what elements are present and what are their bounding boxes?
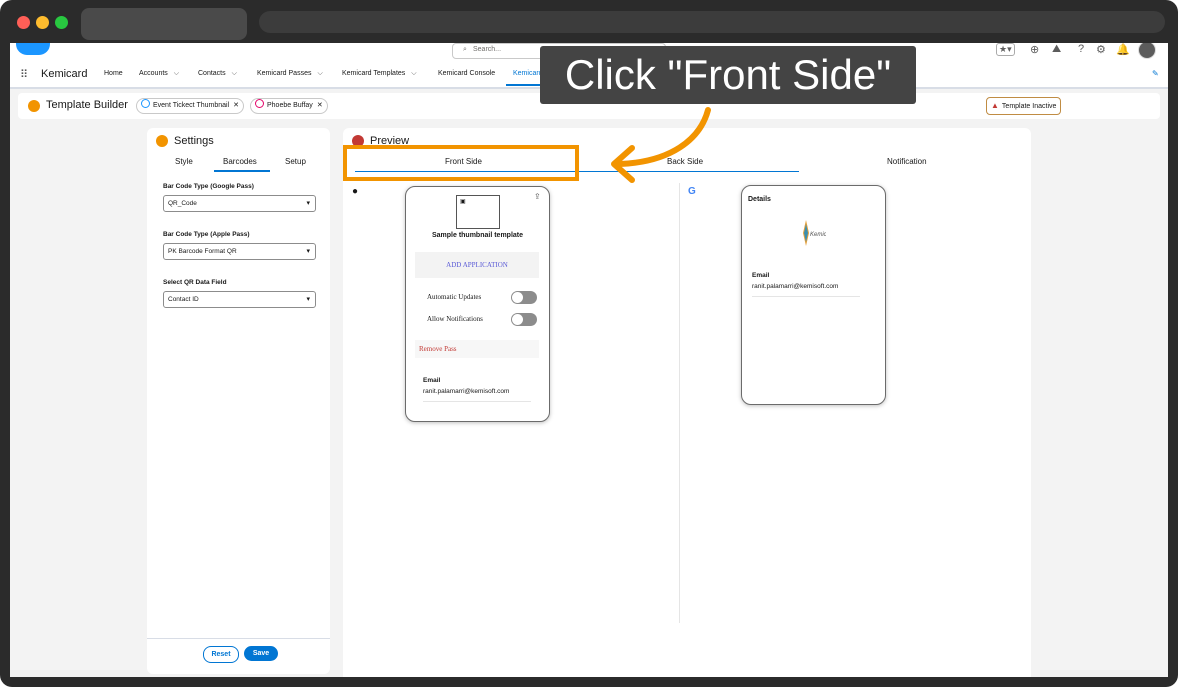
chevron-down-icon: ▾ (306, 200, 310, 207)
email-value: ranit.palamarri@kemisoft.com (752, 283, 839, 290)
maximize-window-button[interactable] (55, 16, 68, 29)
nav-item-kemicard-passes[interactable]: Kemicard Passes ⌵ (257, 70, 323, 78)
email-label: Email (423, 377, 441, 384)
chevron-down-icon: ▾ (306, 248, 310, 255)
preview-panel: Preview Front Side Back Side Notificatio… (343, 128, 1031, 677)
app-name: Kemicard (41, 68, 88, 80)
apple-barcode-type-label: Bar Code Type (Apple Pass) (163, 231, 250, 238)
address-bar[interactable] (259, 11, 1165, 33)
email-label: Email (752, 272, 770, 279)
nav-item-accounts[interactable]: Accounts ⌵ (139, 70, 179, 78)
active-tab-indicator (214, 170, 270, 172)
close-icon[interactable]: ✕ (233, 102, 239, 109)
page-title: Template Builder (46, 99, 128, 111)
tab-setup[interactable]: Setup (285, 157, 306, 166)
select-value: Contact ID (168, 296, 199, 303)
contact-pill-label: Phoebe Buffay (267, 102, 313, 109)
toggle-knob (512, 314, 523, 325)
tab-barcodes[interactable]: Barcodes (223, 157, 257, 166)
nav-item-contacts[interactable]: Contacts ⌵ (198, 70, 237, 78)
qr-data-field-select[interactable]: Contact ID ▾ (163, 291, 316, 308)
edit-nav-pencil-icon[interactable]: ✎ (1152, 69, 1159, 78)
settings-title: Settings (174, 135, 214, 147)
front-side-highlight-box (343, 145, 579, 181)
nav-item-kemicard-templates[interactable]: Kemicard Templates ⌵ (342, 70, 417, 78)
google-barcode-type-select[interactable]: QR_Code ▾ (163, 195, 316, 212)
tab-notification[interactable]: Notification (887, 157, 927, 166)
template-builder-icon (28, 100, 40, 112)
nav-item-kemicard-active[interactable]: Kemicard (513, 70, 543, 77)
avatar[interactable] (1138, 43, 1156, 59)
preview-divider (679, 183, 680, 623)
minimize-window-button[interactable] (36, 16, 49, 29)
chevron-down-icon[interactable]: ⌵ (411, 70, 416, 77)
field-divider (752, 296, 860, 297)
email-value: ranit.palamarri@kemisoft.com (423, 388, 510, 395)
close-icon[interactable]: ✕ (317, 102, 323, 109)
allow-notifications-label: Allow Notifications (427, 315, 483, 323)
qr-data-field-label: Select QR Data Field (163, 279, 227, 286)
search-placeholder: Search... (473, 46, 502, 53)
instruction-callout: Click "Front Side" (540, 46, 916, 104)
apple-barcode-type-select[interactable]: PK Barcode Format QR ▾ (163, 243, 316, 260)
kemicard-logo: Kemicard (803, 220, 826, 246)
help-icon[interactable]: ? (1078, 43, 1084, 55)
tab-style[interactable]: Style (175, 157, 193, 166)
select-value: QR_Code (168, 200, 197, 207)
pointer-arrow-icon (611, 107, 711, 183)
warning-icon: ▲ (991, 101, 999, 110)
automatic-updates-toggle[interactable] (511, 291, 537, 304)
save-button[interactable]: Save (244, 646, 278, 661)
favorites-star-icon[interactable]: ★▾ (996, 43, 1015, 56)
nav-item-kemicard-console[interactable]: Kemicard Console (438, 70, 495, 77)
browser-tab[interactable] (81, 8, 247, 40)
google-barcode-type-label: Bar Code Type (Google Pass) (163, 183, 254, 190)
status-badge: ▲ Template Inactive (986, 97, 1062, 115)
chevron-down-icon[interactable]: ⌵ (232, 70, 237, 77)
select-value: PK Barcode Format QR (168, 248, 237, 255)
chevron-down-icon: ▾ (306, 296, 310, 303)
svg-text:Kemicard: Kemicard (810, 232, 826, 238)
nav-item-home[interactable]: Home (104, 70, 123, 77)
gear-icon[interactable]: ⚙ (1096, 43, 1106, 56)
contact-pill[interactable]: Phoebe Buffay ✕ (250, 98, 328, 114)
google-pass-preview: Details Kemicard Email ranit.palamarri@k… (741, 185, 886, 405)
chevron-down-icon[interactable]: ⌵ (174, 70, 179, 77)
contact-record-icon (255, 99, 264, 108)
reset-button[interactable]: Reset (203, 646, 239, 663)
thumbnail-image: ▣ (456, 195, 500, 229)
allow-notifications-toggle[interactable] (511, 313, 537, 326)
apple-logo-icon: ● (352, 186, 359, 197)
template-record-icon (141, 99, 150, 108)
card-title: Sample thumbnail template (431, 232, 524, 239)
field-divider (423, 401, 531, 402)
apple-pass-preview: ▣ ⇪ Sample thumbnail template ADD APPLIC… (405, 186, 550, 422)
close-window-button[interactable] (17, 16, 30, 29)
automatic-updates-row: Automatic Updates (415, 288, 539, 308)
remove-pass-button[interactable]: Remove Pass (415, 340, 539, 358)
details-heading: Details (748, 196, 771, 203)
share-icon[interactable]: ⇪ (534, 192, 541, 201)
settings-panel: Settings Style Barcodes Setup Bar Code T… (147, 128, 330, 674)
chevron-down-icon[interactable]: ⌵ (317, 70, 322, 77)
template-pill-label: Event Tickect Thumbnail (153, 102, 230, 109)
settings-footer-divider (147, 638, 330, 639)
add-application-button[interactable]: ADD APPLICATION (415, 252, 539, 278)
browser-window: ⌕ Search... ★▾ ⊕ ⛰ ? ⚙ 🔔 ⠿ Kemicard Home… (0, 0, 1178, 687)
trailhead-icon[interactable]: ⛰ (1052, 43, 1061, 56)
settings-icon (156, 135, 168, 147)
automatic-updates-label: Automatic Updates (427, 293, 482, 301)
template-pill[interactable]: Event Tickect Thumbnail ✕ (136, 98, 245, 114)
search-icon: ⌕ (463, 46, 467, 53)
toggle-knob (512, 292, 523, 303)
allow-notifications-row: Allow Notifications (415, 310, 539, 330)
add-global-action-icon[interactable]: ⊕ (1030, 43, 1039, 56)
salesforce-logo-icon[interactable] (16, 43, 50, 55)
image-icon: ▣ (460, 199, 466, 205)
notification-bell-icon[interactable]: 🔔 (1116, 43, 1130, 56)
salesforce-app: ⌕ Search... ★▾ ⊕ ⛰ ? ⚙ 🔔 ⠿ Kemicard Home… (10, 43, 1168, 677)
app-launcher-icon[interactable]: ⠿ (20, 69, 32, 81)
